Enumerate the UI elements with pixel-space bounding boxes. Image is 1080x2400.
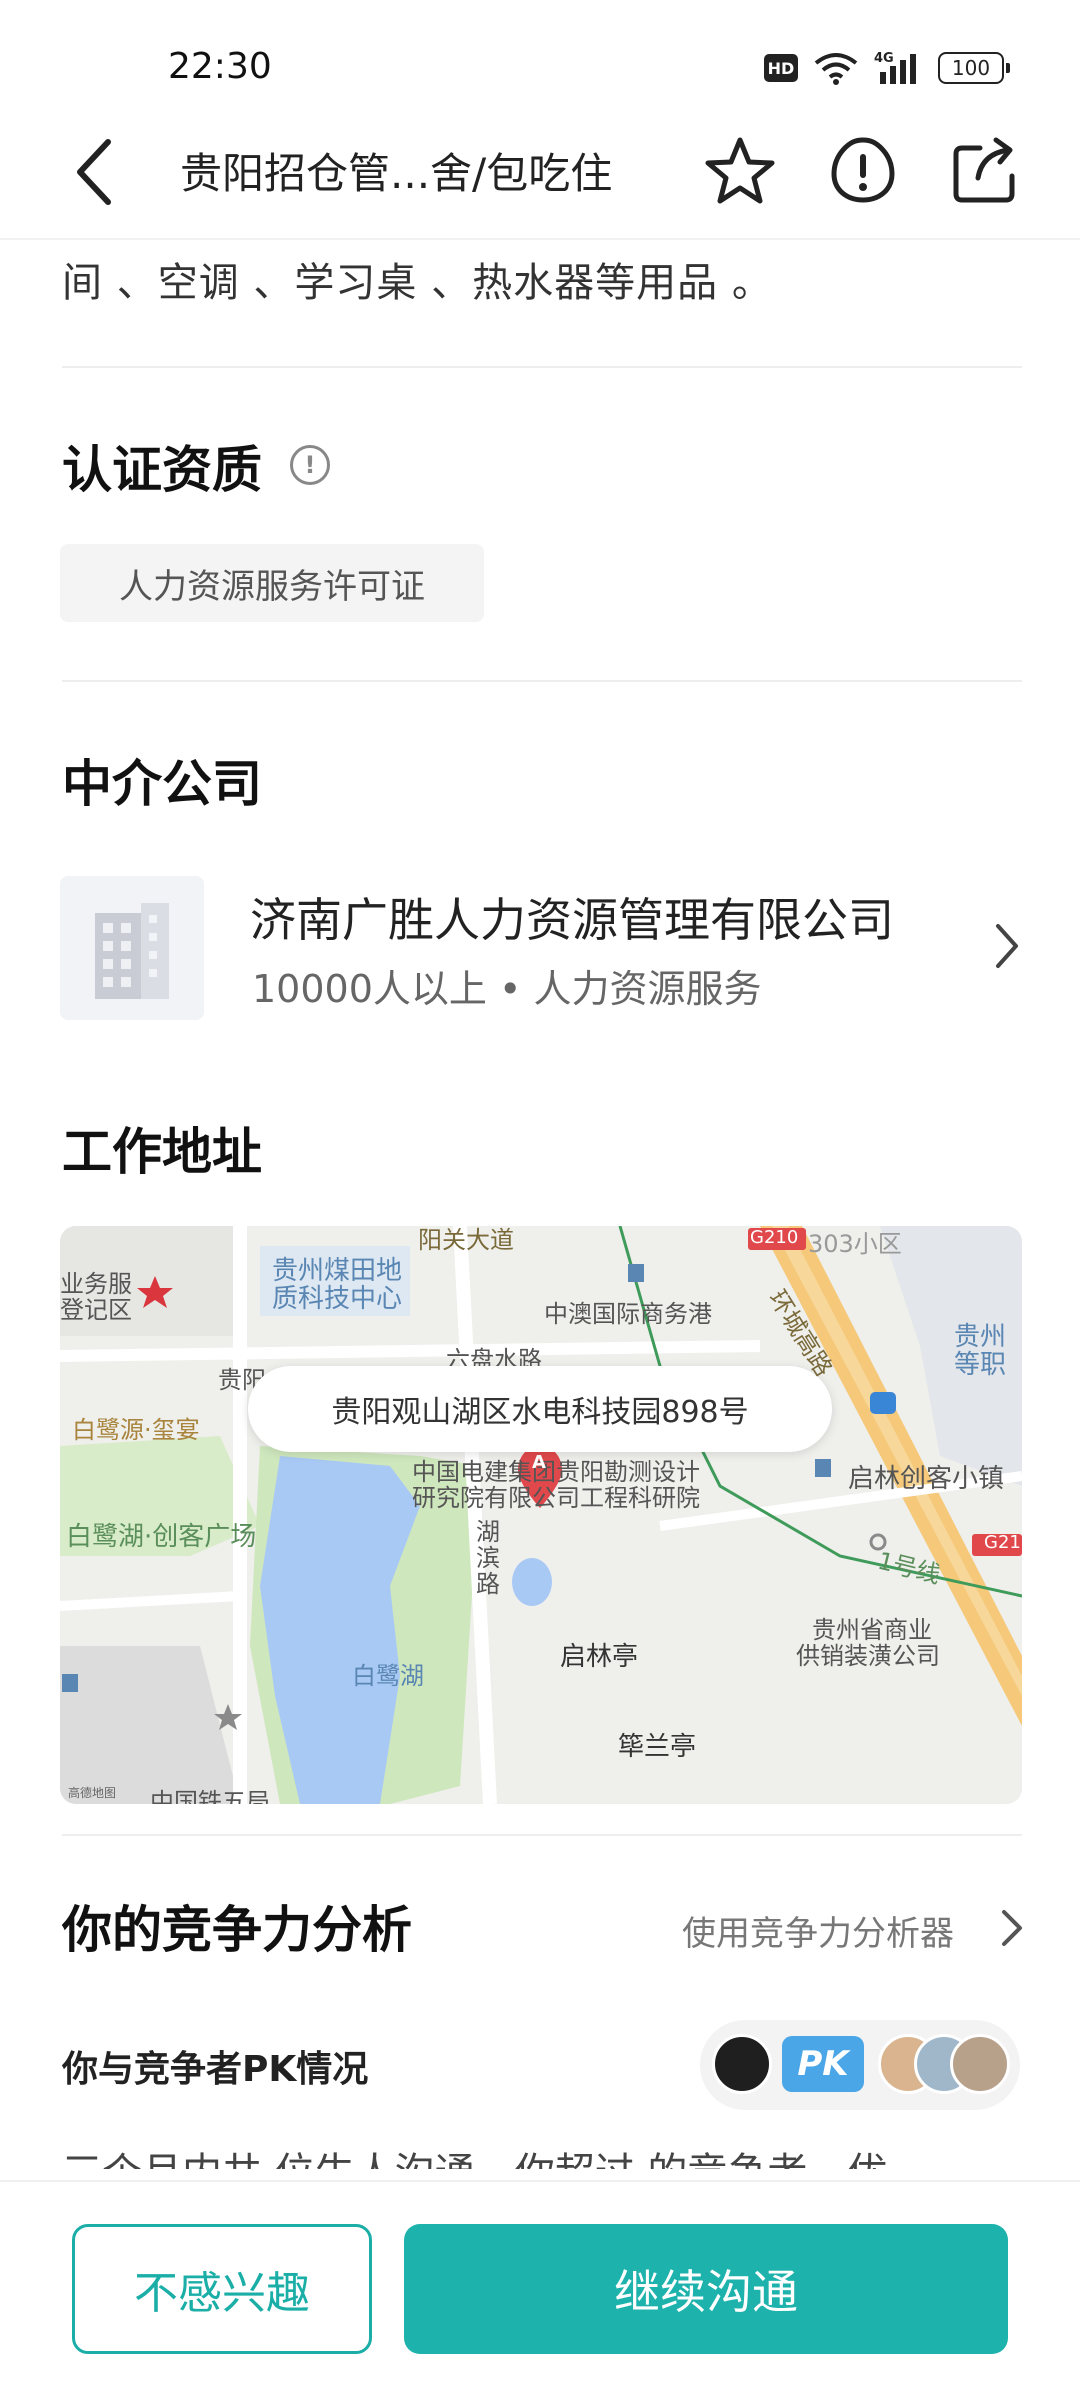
- map-background: [60, 1226, 1022, 1804]
- map-label: 中澳国际商务港: [544, 1300, 712, 1328]
- map-label: G210: [750, 1227, 799, 1248]
- pk-badge: PK: [782, 2036, 864, 2092]
- competitiveness-analyzer-link[interactable]: 使用竞争力分析器: [682, 1906, 954, 1955]
- company-meta: 10000人以上 • 人力资源服务: [252, 967, 762, 1011]
- map-label: G210: [984, 1532, 1022, 1553]
- company-name: 济南广胜人力资源管理有限公司: [250, 893, 894, 947]
- map-label: 白鹭湖: [352, 1662, 424, 1690]
- status-bar: 22:30 HD 4G 100: [0, 0, 1080, 110]
- map-label: 研究院有限公司工程科研院: [412, 1484, 700, 1512]
- map-label: 筚兰亭: [618, 1732, 697, 1762]
- company-logo: [60, 876, 204, 1020]
- avatar: [950, 2034, 1010, 2094]
- agency-title: 中介公司: [62, 755, 262, 813]
- pk-label: 你与竞争者PK情况: [62, 2049, 369, 2090]
- bottom-action-bar: 不感兴趣 继续沟通: [0, 2180, 1080, 2400]
- map-label: 质科技中心: [272, 1284, 403, 1314]
- company-card[interactable]: 济南广胜人力资源管理有限公司 10000人以上 • 人力资源服务: [60, 874, 1022, 1024]
- top-nav-bar: 贵阳招仓管...舍/包吃住: [0, 110, 1080, 240]
- share-icon[interactable]: [950, 130, 1020, 210]
- continue-chat-button[interactable]: 继续沟通: [404, 2224, 1008, 2354]
- not-interested-button[interactable]: 不感兴趣: [72, 2224, 372, 2354]
- section-divider: [62, 680, 1022, 682]
- hd-icon: HD: [764, 54, 798, 82]
- map-copyright: 高德地图: [68, 1786, 117, 1800]
- chevron-right-icon: [996, 924, 1018, 968]
- section-divider: [62, 366, 1022, 368]
- chevron-right-icon[interactable]: [1000, 1906, 1024, 1950]
- battery-icon: 100: [938, 52, 1010, 84]
- back-arrow-icon[interactable]: [64, 132, 124, 212]
- map-marker-label: A: [532, 1452, 546, 1473]
- map-label: 白鹭湖·创客广场: [66, 1522, 257, 1552]
- building-icon: [95, 903, 169, 999]
- page-title: 贵阳招仓管...舍/包吃住: [180, 149, 613, 198]
- map-label: 供销装潢公司: [796, 1642, 940, 1670]
- pk-avatars[interactable]: PK: [700, 2020, 1020, 2110]
- map-label: 阳关大道: [418, 1226, 514, 1254]
- star-icon[interactable]: [705, 130, 775, 210]
- certification-tag: 人力资源服务许可证: [60, 544, 484, 622]
- job-description-text: 间 、空调 、学习桌 、热水器等用品 。: [62, 260, 773, 306]
- status-time: 22:30: [168, 46, 272, 87]
- work-address-title: 工作地址: [62, 1123, 262, 1181]
- nav-divider: [0, 238, 1080, 240]
- map-label: 路: [476, 1570, 500, 1598]
- status-icons: HD 4G 100: [764, 50, 1010, 86]
- map-label: 303小区: [808, 1230, 902, 1258]
- map-label: 启林亭: [560, 1642, 639, 1672]
- warning-icon[interactable]: [828, 130, 898, 210]
- map-label: 中国铁五局: [150, 1788, 270, 1804]
- avatar: [712, 2034, 772, 2094]
- map-label: 登记区: [60, 1296, 132, 1324]
- map-address-bubble: 贵阳观山湖区水电科技园898号: [248, 1366, 832, 1452]
- map-label: 等职: [954, 1350, 1007, 1380]
- network-type-label: 4G: [874, 51, 894, 66]
- section-divider: [62, 1834, 1022, 1836]
- signal-icon: 4G: [874, 51, 916, 84]
- info-icon[interactable]: !: [290, 445, 330, 485]
- certification-title: 认证资质: [62, 441, 262, 499]
- map-label: 白鹭源·玺宴: [72, 1416, 200, 1444]
- wifi-icon: [814, 53, 858, 85]
- map-label: 启林创客小镇: [848, 1464, 1005, 1494]
- competitiveness-title: 你的竞争力分析: [62, 1901, 412, 1959]
- location-map[interactable]: 阳关大道 G210 303小区 业务服 登记区 贵州煤田地 质科技中心 中澳国际…: [60, 1226, 1022, 1804]
